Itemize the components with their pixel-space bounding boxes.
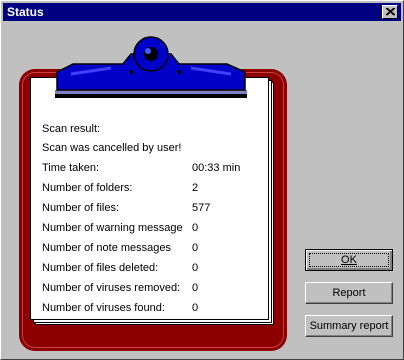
report-paper: Scan result: Scan was cancelled by user!… (30, 77, 269, 320)
row-label: Number of viruses removed: (42, 282, 181, 294)
row-label: Number of viruses found: (42, 302, 165, 314)
title-bar[interactable]: Status (3, 3, 401, 21)
row-label: Number of note messages (42, 242, 172, 254)
row-value: 0 (192, 262, 199, 274)
row-value: 2 (192, 182, 199, 194)
row-label: Number of files: (42, 202, 120, 214)
ok-button[interactable]: OK (305, 249, 393, 271)
scan-status-message: Scan was cancelled by user! (42, 142, 182, 154)
row-value: 00:33 min (192, 162, 241, 174)
report-button[interactable]: Report (305, 282, 393, 304)
status-window: Status Scan result: Scan was cancelled b… (0, 0, 404, 360)
row-value: 0 (192, 242, 199, 254)
clipboard-clip-icon (55, 36, 247, 98)
result-row: Number of note messages 0 (42, 241, 262, 255)
report-button-label: Report (332, 287, 366, 299)
row-label: Number of warning message (42, 222, 183, 234)
result-row: Number of viruses removed: 0 (42, 281, 262, 295)
scan-result-label: Scan result: (42, 123, 101, 135)
close-icon (386, 8, 395, 16)
row-value: 0 (192, 302, 199, 314)
row-value: 0 (192, 222, 199, 234)
result-row: Number of folders: 2 (42, 181, 262, 195)
row-label: Time taken: (42, 162, 100, 174)
window-title: Status (7, 5, 44, 19)
result-row: Number of files deleted: 0 (42, 261, 262, 275)
summary-report-button-label: Summary report (309, 320, 389, 332)
ok-button-label: OK (341, 254, 357, 266)
close-button[interactable] (382, 5, 398, 19)
result-row: Number of files: 577 (42, 201, 262, 215)
row-value: 0 (192, 282, 199, 294)
row-label: Number of folders: (42, 182, 133, 194)
row-value: 577 (192, 202, 211, 214)
result-row: Time taken: 00:33 min (42, 161, 262, 175)
result-row: Number of viruses found: 0 (42, 301, 262, 315)
row-label: Number of files deleted: (42, 262, 159, 274)
result-row: Number of warning message 0 (42, 221, 262, 235)
summary-report-button[interactable]: Summary report (305, 315, 393, 337)
